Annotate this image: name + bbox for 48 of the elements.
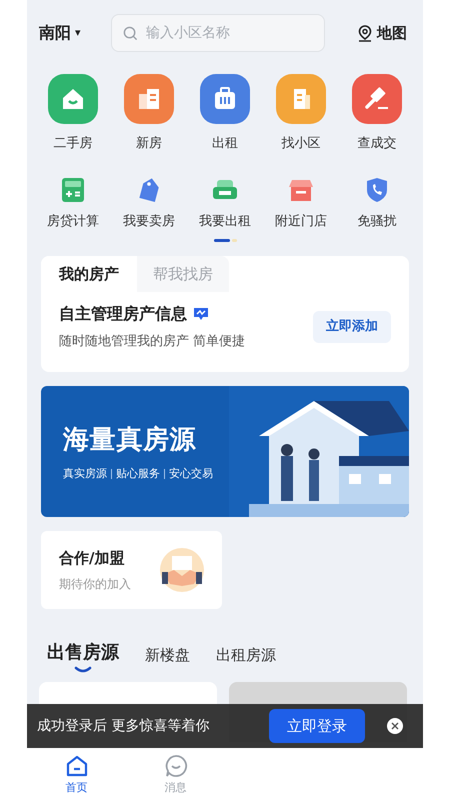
- listing-tab[interactable]: 出租房源: [216, 644, 276, 674]
- category-entry[interactable]: 新房: [111, 74, 187, 154]
- listing-tab[interactable]: 出售房源: [47, 639, 119, 674]
- location-pin-icon: [357, 24, 373, 42]
- search-field[interactable]: 输入小区名称: [111, 14, 325, 52]
- login-prompt-text: 成功登录后 更多惊喜等着你: [37, 716, 210, 736]
- category-entry[interactable]: 找小区: [263, 74, 339, 154]
- card-title: 自主管理房产信息: [59, 303, 187, 325]
- close-button[interactable]: [387, 718, 403, 734]
- card-subtitle: 期待你的加入: [59, 576, 131, 594]
- category-entry[interactable]: 出租: [187, 74, 263, 154]
- search-icon: [123, 26, 138, 41]
- category-entry[interactable]: 二手房: [35, 74, 111, 154]
- building-icon: [136, 86, 162, 112]
- store-icon: [288, 178, 314, 202]
- tool-entry[interactable]: 附近门店: [263, 176, 339, 231]
- tag-icon: [137, 176, 161, 202]
- suitcase-icon: [212, 86, 238, 112]
- cooperation-card[interactable]: 合作/加盟 期待你的加入: [41, 531, 222, 609]
- card-subtitle: 随时随地管理我的房产 简单便捷: [59, 333, 246, 351]
- banner-title: 海量真房源: [63, 424, 198, 457]
- card-title: 合作/加盟: [59, 548, 126, 569]
- phone-shield-icon: [365, 176, 389, 202]
- home-icon: [64, 754, 88, 778]
- chat-icon: [164, 754, 188, 778]
- gavel-icon: [364, 86, 390, 112]
- banner-tagline: 安心交易: [169, 466, 213, 482]
- tab-indicator: [73, 666, 93, 674]
- banner-tagline: 真实房源: [63, 466, 107, 482]
- login-button[interactable]: 立即登录: [269, 709, 365, 743]
- sofa-icon: [212, 178, 238, 202]
- tool-entry[interactable]: 房贷计算: [35, 176, 111, 231]
- nav-item[interactable]: 首页: [27, 754, 126, 800]
- verified-icon: [193, 307, 209, 321]
- city-selector[interactable]: 南阳 ▾: [39, 21, 103, 45]
- house-icon: [60, 86, 86, 112]
- listing-tab[interactable]: 新楼盘: [145, 644, 190, 674]
- tool-entry[interactable]: 免骚扰: [339, 176, 415, 231]
- calculator-icon: [61, 176, 85, 202]
- map-button[interactable]: 地图: [357, 22, 411, 44]
- close-icon: [391, 722, 399, 730]
- add-button[interactable]: 立即添加: [313, 311, 391, 342]
- tool-entry[interactable]: 我要卖房: [111, 176, 187, 231]
- handshake-icon: [160, 548, 204, 592]
- category-entry[interactable]: 查成交: [339, 74, 415, 154]
- tool-entry[interactable]: 我要出租: [187, 176, 263, 231]
- promo-banner[interactable]: 海量真房源 真实房源 贴心服务 安心交易: [41, 386, 409, 517]
- banner-tagline: 贴心服务: [116, 466, 160, 482]
